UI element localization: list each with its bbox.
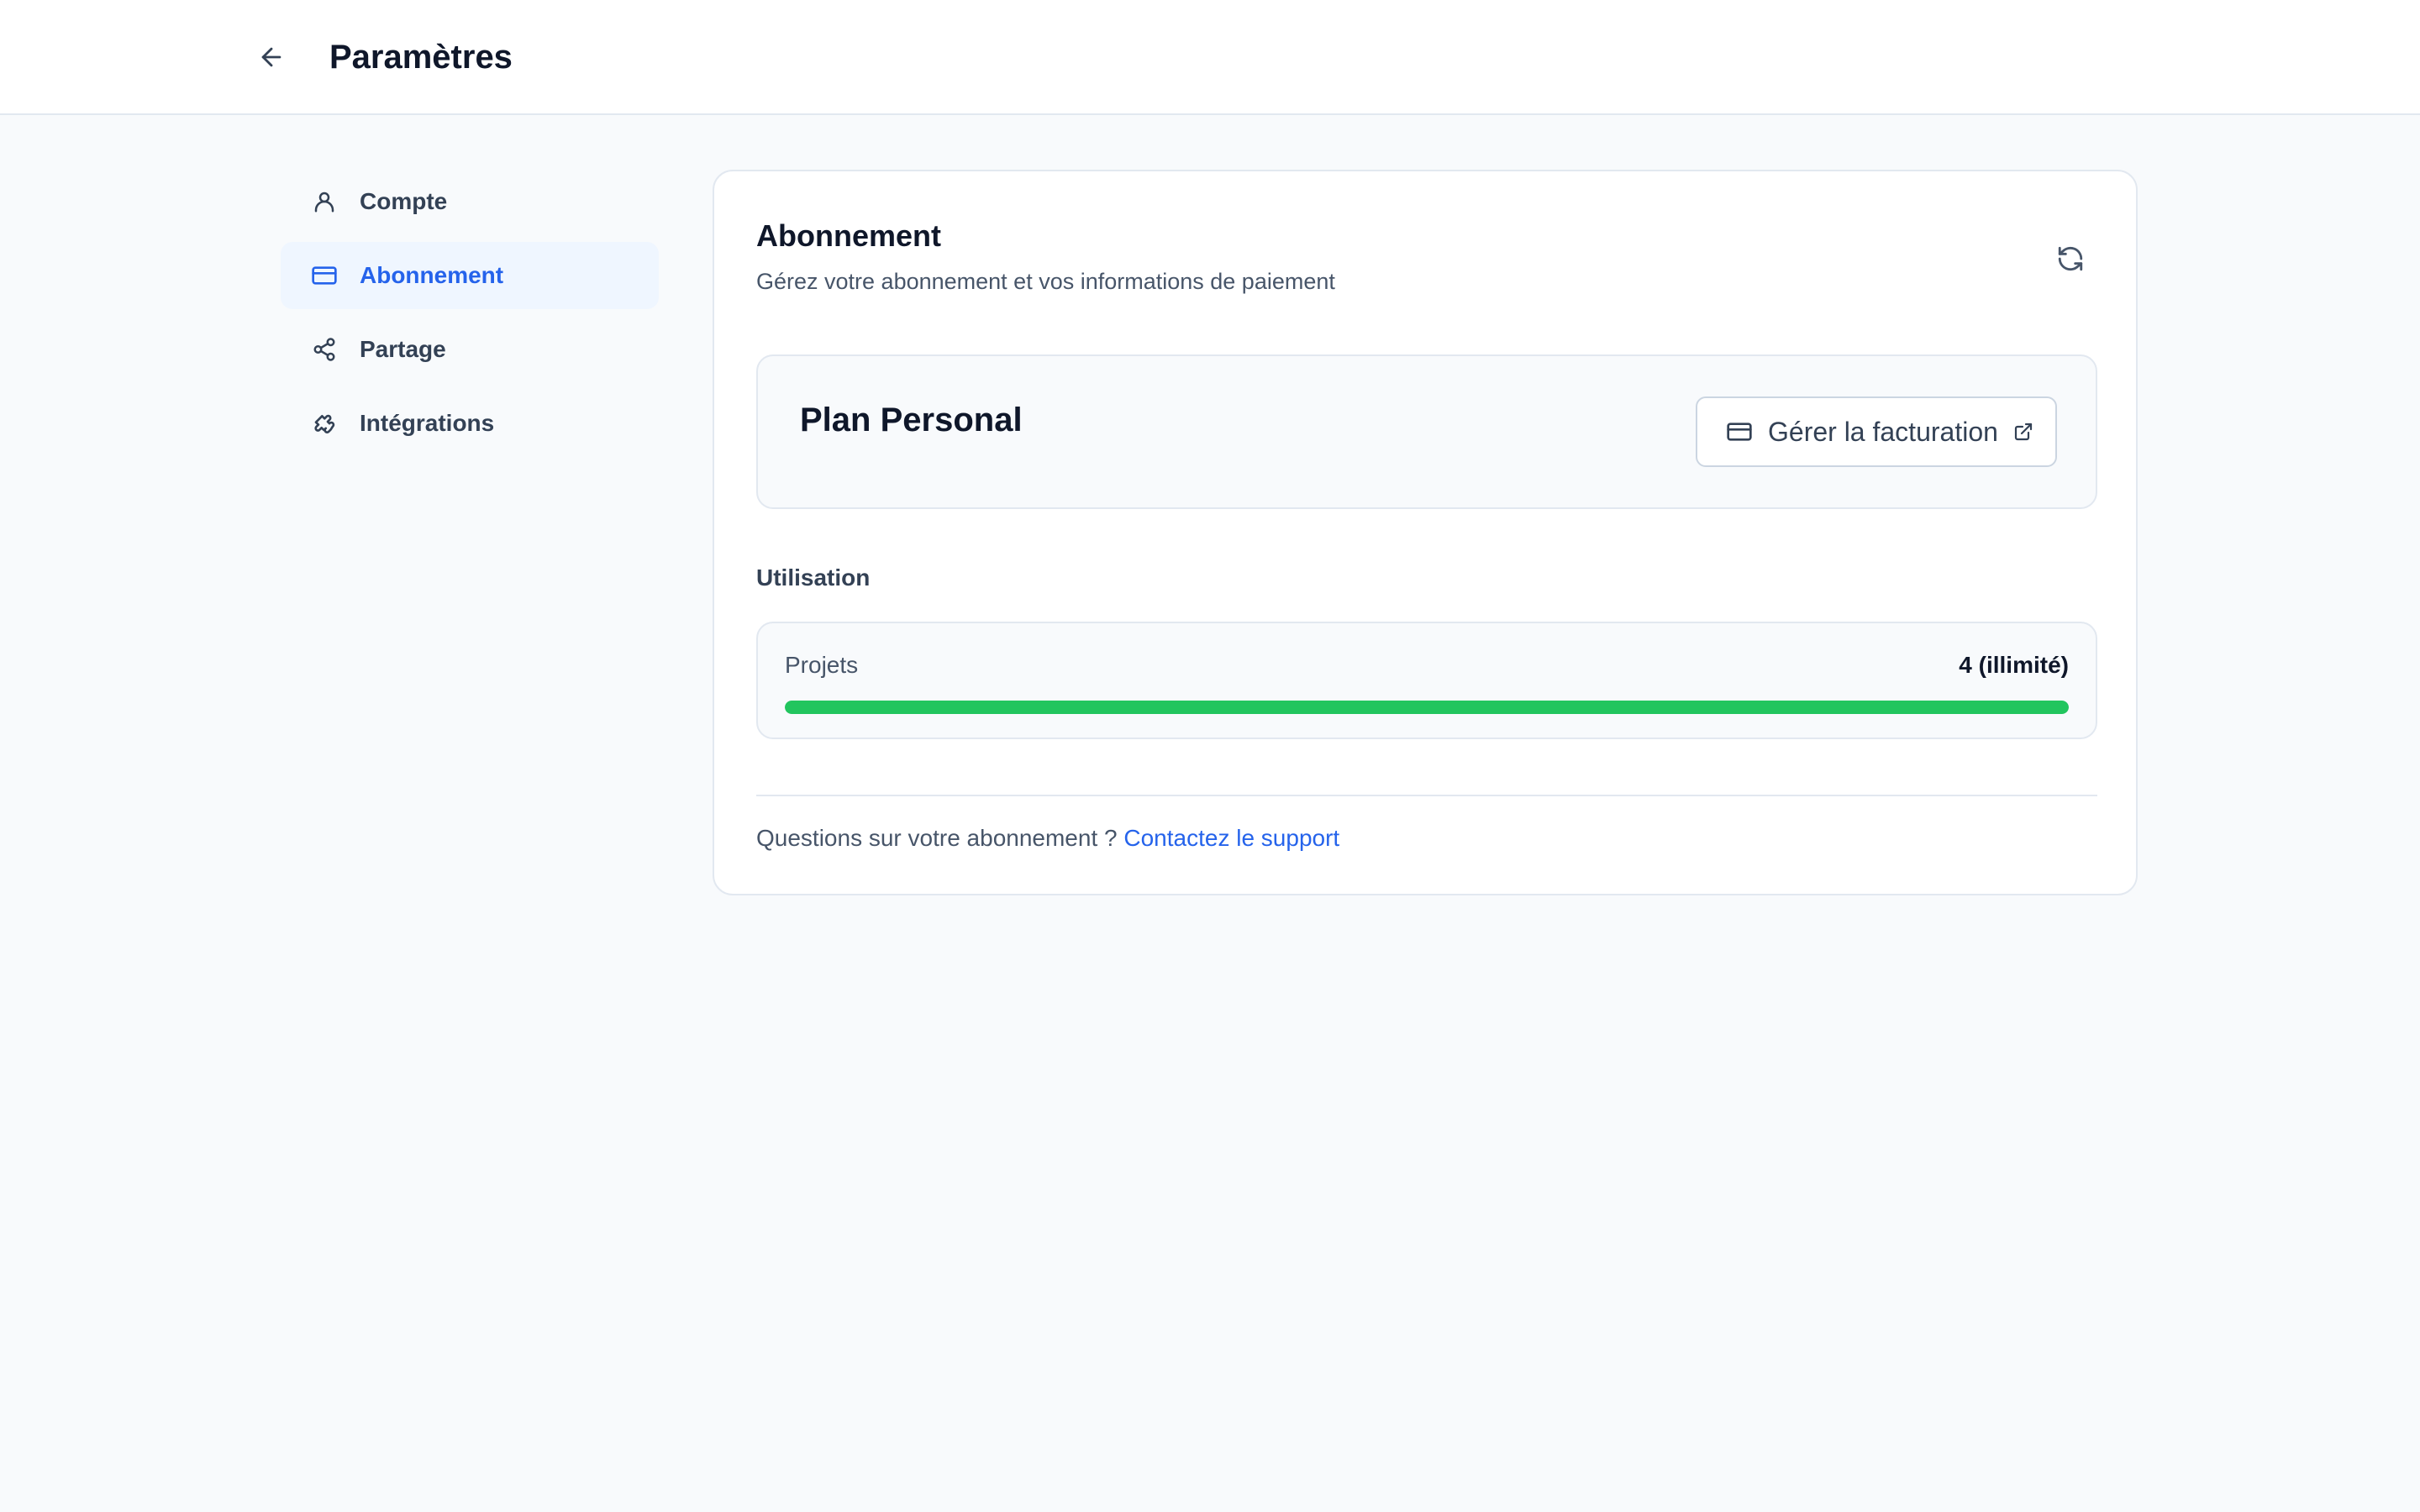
support-question: Questions sur votre abonnement ?	[756, 825, 1124, 851]
sidebar-item-label: Partage	[360, 336, 446, 362]
back-button[interactable]	[249, 37, 294, 77]
contact-support-link[interactable]: Contactez le support	[1123, 825, 1339, 851]
section-title: Abonnement	[756, 218, 941, 253]
arrow-left-icon	[261, 47, 281, 67]
credit-card-icon	[1727, 423, 1752, 441]
credit-card-icon	[309, 260, 339, 291]
usage-progress-track	[785, 701, 2069, 714]
sidebar-item-abonnement[interactable]: Abonnement	[281, 242, 659, 309]
usage-item-projets: Projets 4 (illimité)	[756, 622, 2097, 739]
manage-billing-label: Gérer la facturation	[1768, 416, 1998, 447]
refresh-button[interactable]	[2050, 239, 2091, 279]
subscription-card: Abonnement Gérez votre abonnement et vos…	[713, 170, 2138, 895]
manage-billing-button[interactable]: Gérer la facturation	[1696, 396, 2057, 467]
user-icon	[309, 186, 339, 217]
top-bar: Paramètres	[0, 0, 2420, 115]
sidebar-item-integrations[interactable]: Intégrations	[281, 390, 659, 457]
sidebar-item-partage[interactable]: Partage	[281, 316, 659, 383]
refresh-icon	[2058, 246, 2083, 271]
share-icon	[309, 334, 339, 365]
plan-box: Plan Personal Gérer la facturation	[756, 354, 2097, 509]
usage-value: 4 (illimité)	[1959, 652, 2069, 678]
sidebar-item-compte[interactable]: Compte	[281, 168, 659, 235]
usage-title: Utilisation	[756, 564, 871, 591]
sidebar-item-label: Compte	[360, 188, 448, 214]
usage-progress-fill	[785, 701, 2069, 714]
external-link-icon	[2013, 422, 2033, 442]
puzzle-icon	[309, 408, 339, 438]
support-footer: Questions sur votre abonnement ? Contact…	[756, 825, 1339, 852]
section-subtitle: Gérez votre abonnement et vos informatio…	[756, 269, 1335, 294]
settings-sidebar: Compte Abonnement Partage Intégrations	[281, 168, 659, 464]
page-title: Paramètres	[329, 39, 513, 76]
sidebar-item-label: Abonnement	[360, 262, 504, 288]
sidebar-item-label: Intégrations	[360, 410, 495, 436]
plan-name: Plan Personal	[800, 402, 1023, 438]
usage-label: Projets	[785, 652, 859, 678]
divider	[756, 795, 2097, 796]
